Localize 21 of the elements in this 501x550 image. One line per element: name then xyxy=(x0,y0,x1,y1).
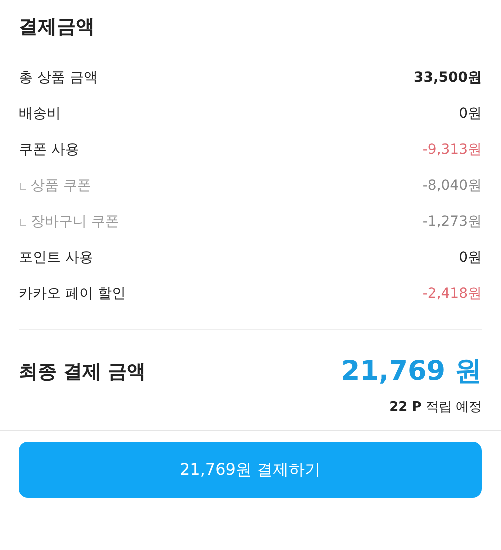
row-value: -9,313원 xyxy=(422,141,482,160)
points-note: 22 P 적립 예정 xyxy=(390,400,482,416)
row-value: 33,500원 xyxy=(414,69,482,88)
row-label: 총 상품 금액 xyxy=(19,69,98,88)
row-value: -8,040원 xyxy=(422,177,482,196)
row-value: -1,273원 xyxy=(422,213,482,232)
total-amount: 21,769 원 xyxy=(341,354,482,389)
row-label: 쿠폰 사용 xyxy=(19,141,80,160)
sub-item-icon xyxy=(20,183,26,190)
row-value: 0원 xyxy=(459,249,482,268)
total-label: 최종 결제 금액 xyxy=(19,360,146,385)
row-label: 카카오 페이 할인 xyxy=(19,285,126,304)
row-label: 포인트 사용 xyxy=(19,249,94,268)
sub-item-icon xyxy=(20,219,26,226)
pay-button[interactable]: 21,769원 결제하기 xyxy=(19,442,482,498)
row-label: 배송비 xyxy=(19,105,61,124)
row-label: 장바구니 쿠폰 xyxy=(31,213,120,232)
section-title: 결제금액 xyxy=(18,15,96,39)
row-label: 상품 쿠폰 xyxy=(31,177,92,196)
row-value: 0원 xyxy=(459,105,482,124)
row-value: -2,418원 xyxy=(422,285,482,304)
